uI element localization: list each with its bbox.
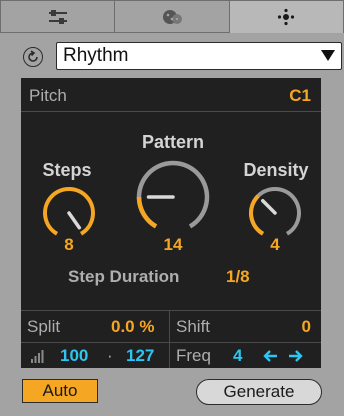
shift-value[interactable]: 0: [302, 317, 311, 337]
tab-generate[interactable]: [229, 0, 344, 33]
step-duration-label: Step Duration: [68, 267, 180, 286]
chevron-down-icon: [321, 50, 335, 61]
reload-button[interactable]: [23, 47, 43, 67]
generator-dropdown-value: Rhythm: [63, 45, 129, 66]
generator-selector: Rhythm: [20, 42, 342, 72]
pitch-label: Pitch: [29, 86, 67, 105]
dots-pattern-icon: [278, 8, 295, 26]
steps-value: 8: [64, 235, 74, 254]
velocity-freq-row: 100 · 127 Freq 4: [21, 342, 321, 368]
auto-button[interactable]: Auto: [22, 379, 98, 403]
steps-knob[interactable]: [39, 185, 99, 241]
generator-dropdown[interactable]: Rhythm: [56, 42, 342, 70]
pitch-row[interactable]: Pitch C1: [21, 78, 321, 112]
arrow-right-icon[interactable]: [287, 349, 303, 363]
freq-label: Freq: [176, 346, 211, 365]
pattern-knob[interactable]: [132, 157, 214, 233]
velocity-low-value[interactable]: 100: [60, 346, 88, 366]
pattern-label: Pattern: [141, 132, 204, 152]
split-label: Split: [27, 317, 61, 336]
pitch-value[interactable]: C1: [289, 86, 311, 106]
sliders-icon: [48, 9, 67, 24]
tab-bar: [0, 0, 344, 33]
tab-parameters[interactable]: [0, 0, 116, 33]
velocity-separator: ·: [107, 346, 113, 365]
velocity-bars-icon: [31, 350, 44, 363]
split-shift-row: Split 0.0 % Shift 0: [21, 310, 321, 342]
generate-button[interactable]: Generate: [196, 379, 322, 405]
steps-label: Steps: [42, 160, 92, 180]
tab-random[interactable]: [115, 0, 230, 33]
density-label: Density: [243, 160, 309, 180]
dice-icon: [162, 9, 182, 24]
shift-label: Shift: [176, 317, 211, 336]
arrow-left-icon[interactable]: [263, 349, 279, 363]
density-value: 4: [270, 235, 280, 254]
rhythm-device-panel: Pitch C1 Steps 8 Pattern 14 Density 4 St…: [21, 78, 321, 368]
step-duration-value[interactable]: 1/8: [226, 267, 250, 287]
split-value[interactable]: 0.0 %: [111, 317, 154, 337]
freq-value[interactable]: 4: [233, 346, 242, 366]
pattern-value: 14: [163, 235, 183, 254]
refresh-icon: [28, 50, 38, 62]
velocity-high-value[interactable]: 127: [126, 346, 154, 366]
density-knob[interactable]: [245, 185, 305, 241]
